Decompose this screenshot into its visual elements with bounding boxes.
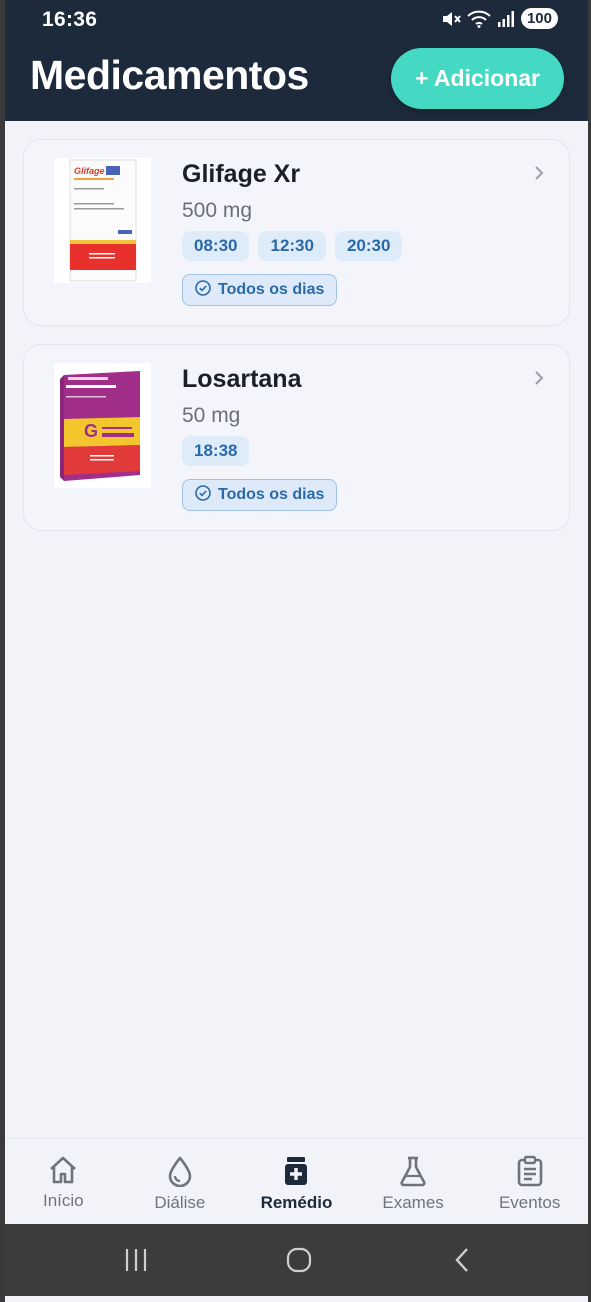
nav-item-dialise[interactable]: Diálise [122,1139,239,1224]
check-circle-icon [195,279,211,301]
svg-text:Glifage: Glifage [74,166,105,176]
chevron-right-icon [533,369,545,392]
nav-label: Remédio [260,1193,333,1212]
medication-card[interactable]: G Losartana 50 mg 18:38 Todos os dias [23,344,570,531]
nav-label: Diálise [154,1193,206,1212]
medication-dose: 500 mg [182,199,253,222]
frequency-label: Todos os dias [218,486,325,503]
check-circle-icon [195,484,211,506]
bottom-navigation: Início Diálise Remédio Exames Eventos [5,1138,588,1224]
signal-icon [497,10,515,27]
nav-item-inicio[interactable]: Início [5,1139,122,1224]
home-icon [47,1155,79,1185]
back-icon[interactable] [452,1246,472,1279]
time-pill: 12:30 [258,231,326,261]
flask-icon [398,1155,428,1187]
time-pill: 20:30 [334,231,403,261]
system-navigation-bar [5,1224,588,1296]
frequency-badge: Todos os dias [182,479,338,511]
medication-image: Glifage [54,158,151,283]
medication-dose: 50 mg [182,404,241,427]
nav-item-exames[interactable]: Exames [355,1139,472,1224]
nav-label: Exames [382,1193,444,1212]
nav-label: Eventos [498,1193,561,1212]
schedule-times: 18:38 [182,436,250,466]
time-pill: 18:38 [182,436,250,466]
home-button-icon[interactable] [285,1246,313,1279]
app-screen: 16:36 100 Medicamentos + Adicionar Glifa… [5,0,588,1302]
nav-label: Início [42,1191,84,1210]
wifi-icon [467,10,491,28]
medication-card[interactable]: Glifage Glifage Xr 500 mg 08:30 12:30 20… [23,139,570,326]
app-header: 16:36 100 Medicamentos + Adicionar [5,0,588,121]
status-icons: 100 [441,8,558,29]
droplet-icon [165,1155,195,1187]
clipboard-icon [515,1155,545,1187]
svg-text:G: G [84,421,98,441]
medication-name: Losartana [182,365,302,393]
add-medication-button[interactable]: + Adicionar [391,48,564,109]
battery-indicator: 100 [520,8,558,29]
medication-name: Glifage Xr [182,160,301,188]
nav-item-eventos[interactable]: Eventos [471,1139,588,1224]
frequency-badge: Todos os dias [182,274,338,306]
frequency-label: Todos os dias [218,281,325,298]
recent-apps-icon[interactable] [123,1246,149,1279]
medication-image: G [54,363,151,488]
status-bar: 16:36 100 [5,0,588,40]
chevron-right-icon [533,164,545,187]
time-pill: 08:30 [182,231,250,261]
mute-icon [441,10,461,28]
status-time: 16:36 [42,8,98,31]
page-title: Medicamentos [30,52,309,98]
nav-item-remedio[interactable]: Remédio [238,1139,355,1224]
medicine-icon [281,1155,311,1187]
schedule-times: 08:30 12:30 20:30 [182,231,403,261]
